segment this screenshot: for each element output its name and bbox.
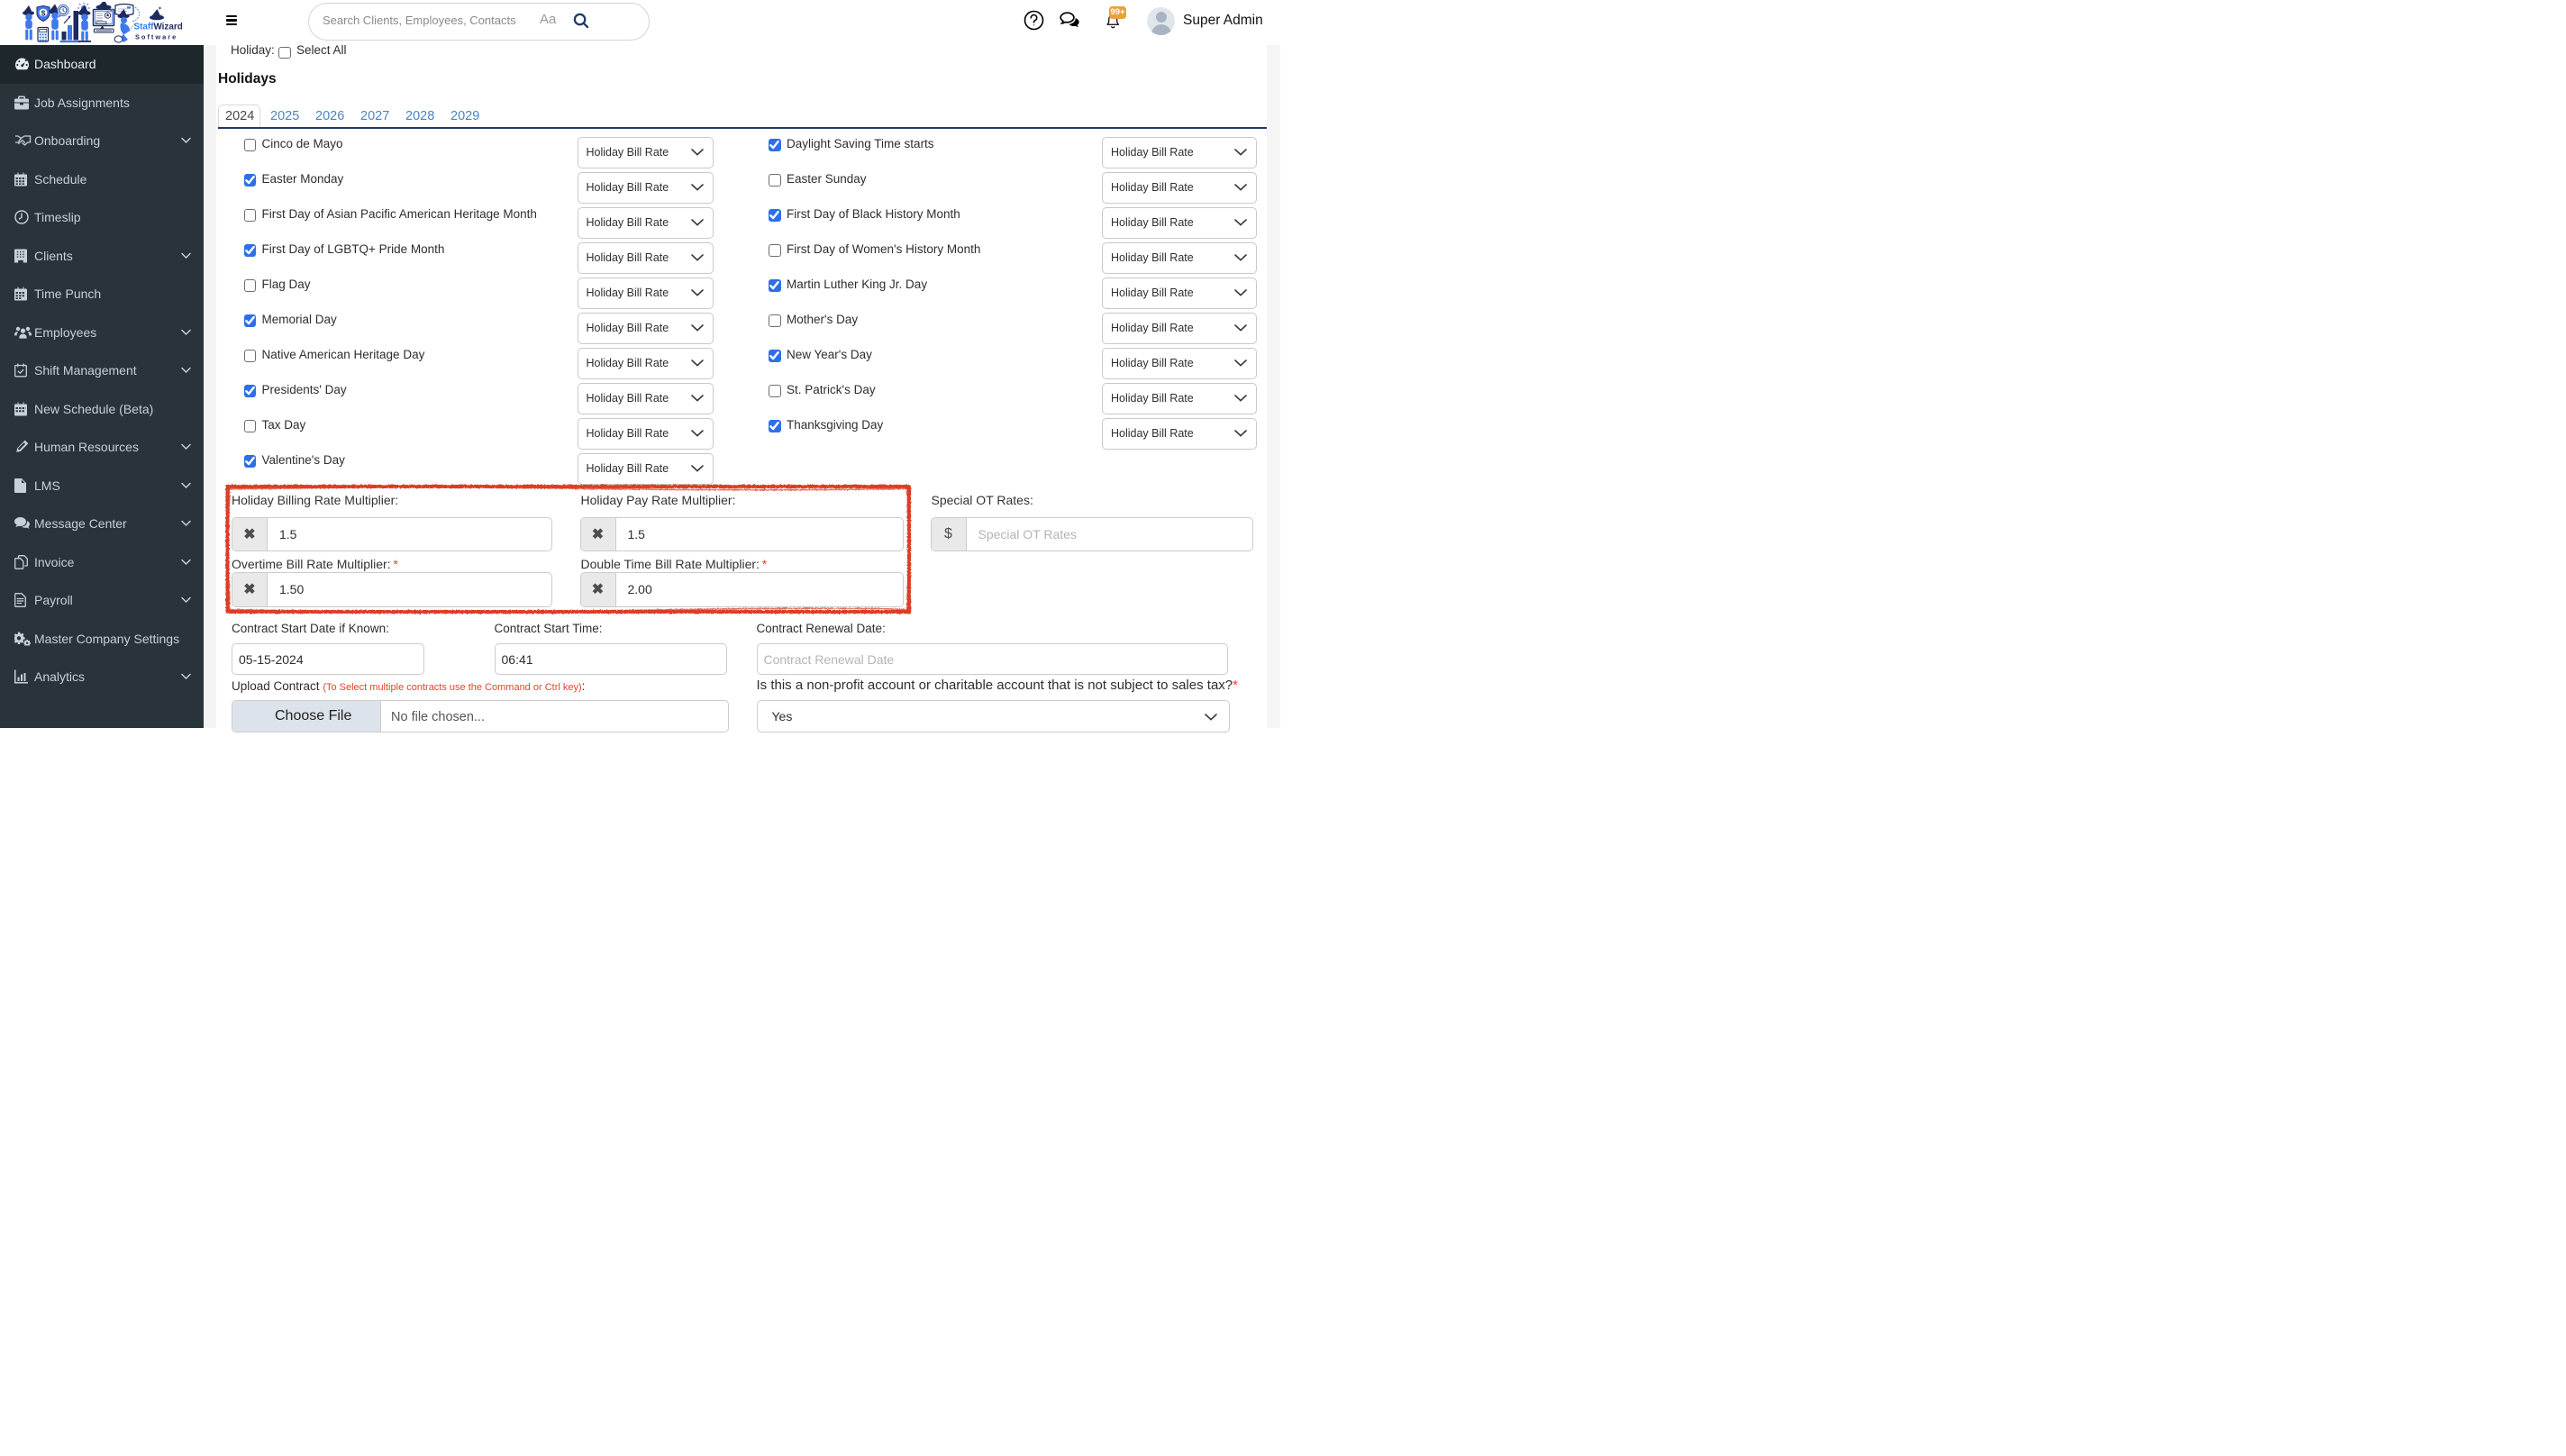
svg-text:Software: Software (135, 33, 177, 41)
svg-text:$: $ (41, 8, 46, 17)
svg-text:StaffWizard: StaffWizard (134, 23, 183, 32)
